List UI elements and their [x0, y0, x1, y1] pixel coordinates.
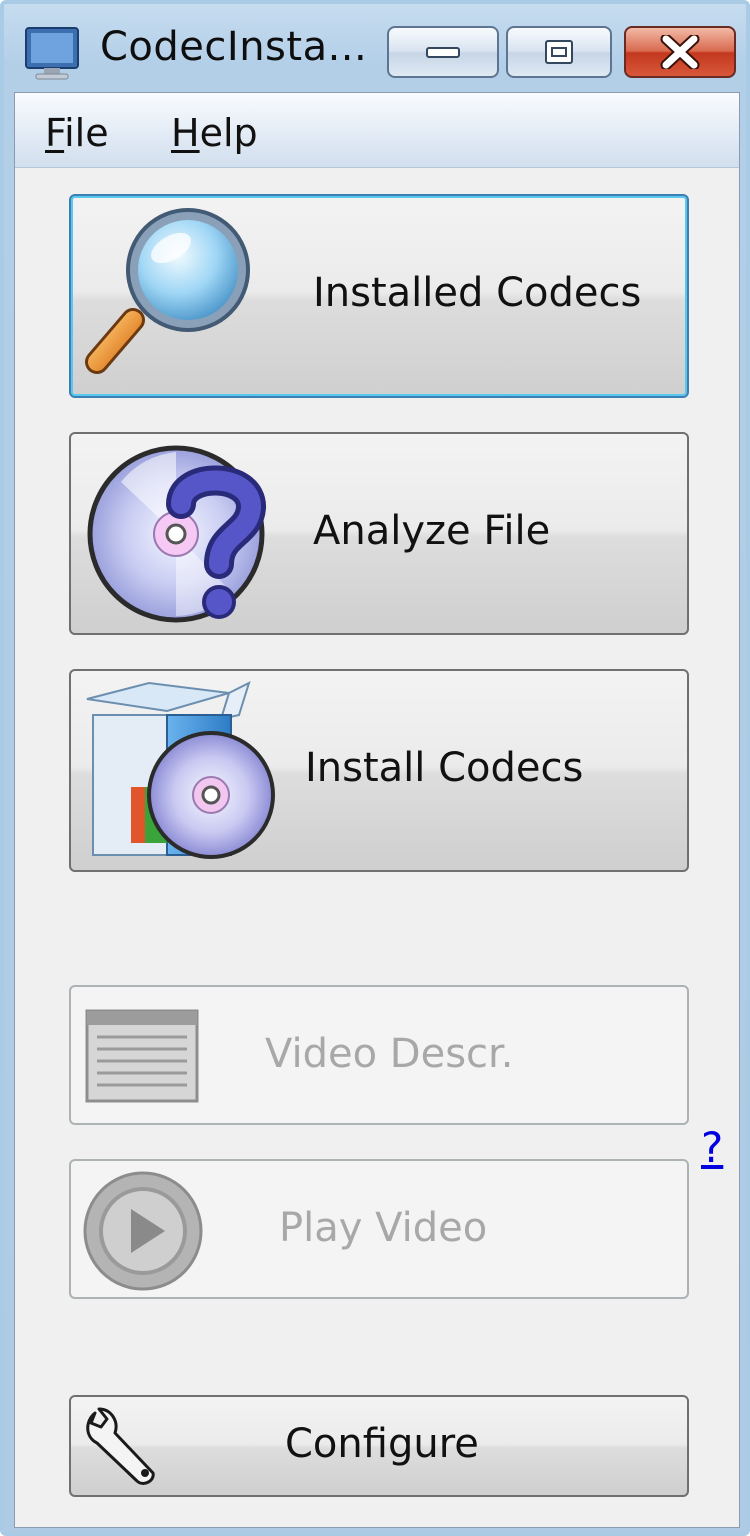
video-descr-button[interactable]: Video Descr. [69, 985, 689, 1125]
window-title: CodecInsta... [100, 24, 368, 70]
install-codecs-label: Install Codecs [305, 745, 584, 791]
client-area: File Help Installed Codecs Analyze File … [14, 92, 740, 1528]
installed-codecs-button[interactable]: Installed Codecs [69, 194, 689, 398]
close-icon [660, 35, 700, 69]
play-video-label: Play Video [279, 1205, 488, 1251]
help-link[interactable]: ? [701, 1123, 723, 1172]
menu-file-mnemonic: F [45, 111, 65, 155]
magnifier-icon [85, 208, 250, 374]
monitor-icon [25, 27, 79, 80]
box-disc-icon [86, 681, 275, 859]
document-icon [85, 1009, 199, 1103]
wrench-icon [86, 1407, 155, 1485]
install-codecs-button[interactable]: Install Codecs [69, 669, 689, 872]
analyze-file-button[interactable]: Analyze File [69, 432, 689, 635]
menu-bar: File Help [15, 93, 739, 168]
play-icon [83, 1171, 203, 1291]
close-button[interactable] [624, 26, 736, 78]
menu-help[interactable]: Help [171, 111, 258, 155]
menu-file[interactable]: File [45, 111, 109, 155]
minimize-button[interactable] [387, 26, 499, 78]
app-window: CodecInsta... File Help Installed Codecs… [0, 0, 750, 1536]
menu-help-label: elp [199, 111, 258, 155]
configure-button[interactable]: Configure [69, 1395, 689, 1497]
title-bar[interactable]: CodecInsta... [4, 4, 746, 92]
installed-codecs-label: Installed Codecs [313, 270, 642, 316]
play-video-button[interactable]: Play Video [69, 1159, 689, 1299]
minimize-icon [426, 47, 460, 58]
analyze-file-label: Analyze File [313, 508, 551, 554]
menu-help-mnemonic: H [171, 111, 200, 155]
configure-label: Configure [285, 1421, 479, 1467]
maximize-icon [545, 40, 573, 64]
disc-question-icon [87, 445, 266, 623]
menu-file-label: ile [64, 111, 109, 155]
maximize-button[interactable] [506, 26, 612, 78]
video-descr-label: Video Descr. [265, 1031, 514, 1077]
